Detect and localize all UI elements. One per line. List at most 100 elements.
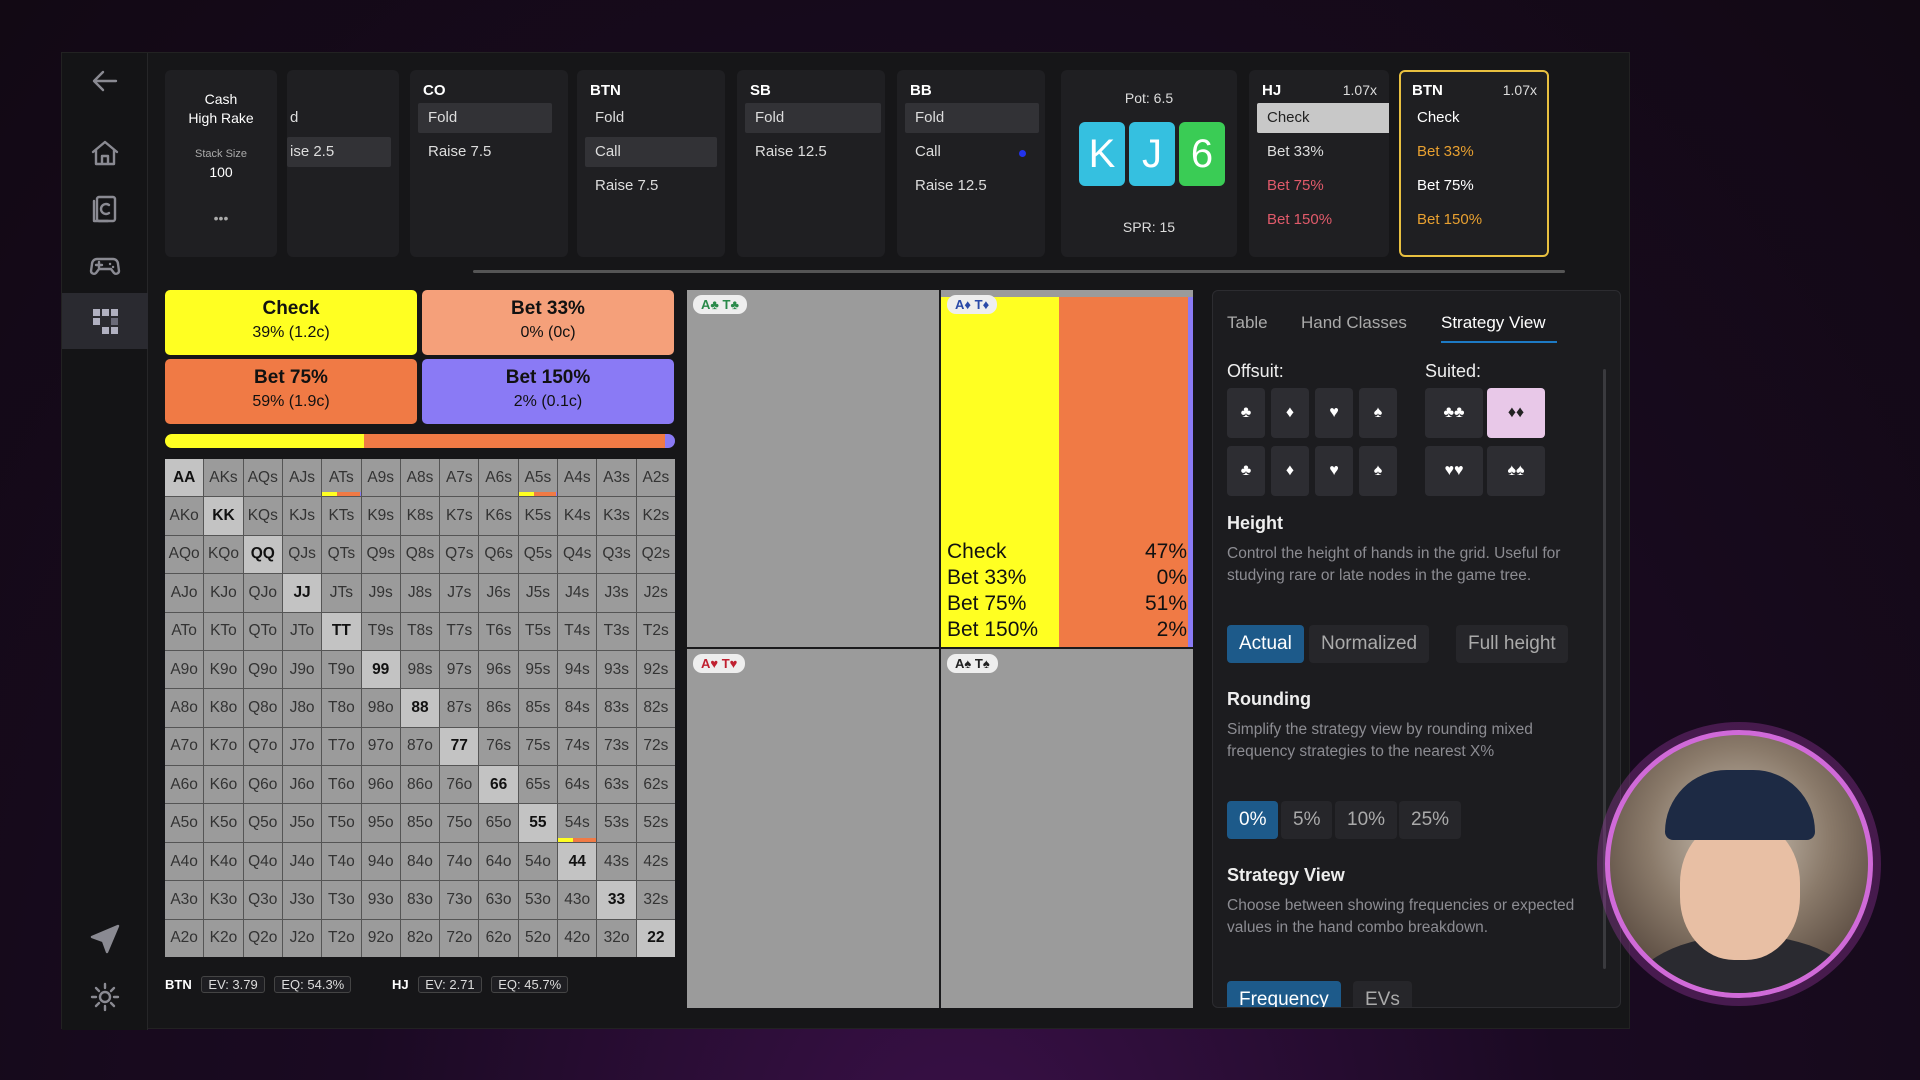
- hand-cell[interactable]: A7s: [440, 459, 479, 497]
- settings-button[interactable]: [62, 969, 148, 1025]
- hand-cell[interactable]: J9o: [282, 650, 322, 689]
- hand-cell[interactable]: T5s: [518, 612, 558, 650]
- hand-cell[interactable]: A5o: [165, 804, 204, 842]
- hand-cell[interactable]: K8s: [400, 497, 440, 535]
- offsuit-diamond-icon[interactable]: ♦: [1271, 446, 1309, 496]
- hand-cell[interactable]: QTs: [322, 535, 361, 574]
- hand-cell[interactable]: 88: [400, 689, 440, 727]
- hand-cell[interactable]: 83o: [400, 881, 440, 919]
- hand-cell[interactable]: 54s: [558, 804, 597, 842]
- hand-cell[interactable]: T2s: [636, 612, 675, 650]
- hand-cell[interactable]: A8o: [165, 689, 204, 727]
- hand-cell[interactable]: 75o: [440, 804, 479, 842]
- hand-cell[interactable]: 53o: [518, 881, 558, 919]
- suited-hearts-icon[interactable]: ♥♥: [1425, 446, 1483, 496]
- hand-cell[interactable]: 62s: [636, 766, 675, 804]
- hand-cell[interactable]: TT: [322, 612, 361, 650]
- hand-cell[interactable]: A3s: [597, 459, 636, 497]
- hand-cell[interactable]: J6s: [479, 574, 518, 612]
- hand-cell[interactable]: J7s: [440, 574, 479, 612]
- hand-cell[interactable]: T7o: [322, 727, 361, 766]
- hand-cell[interactable]: Q9s: [361, 535, 400, 574]
- hand-cell[interactable]: T5o: [322, 804, 361, 842]
- hand-cell[interactable]: T4o: [322, 842, 361, 881]
- hand-cell[interactable]: K9o: [204, 650, 243, 689]
- hand-cell[interactable]: J4o: [282, 842, 322, 881]
- hand-cell[interactable]: 85s: [518, 689, 558, 727]
- hand-cell[interactable]: 74o: [440, 842, 479, 881]
- hand-cell[interactable]: QQ: [243, 535, 282, 574]
- action-bet-150[interactable]: Bet 150%: [1407, 205, 1541, 235]
- hand-cell[interactable]: K3o: [204, 881, 243, 919]
- hand-cell[interactable]: T4s: [558, 612, 597, 650]
- hand-cell[interactable]: J4s: [558, 574, 597, 612]
- action-check[interactable]: Check: [1407, 103, 1541, 133]
- frequency-button[interactable]: Frequency: [1227, 981, 1341, 1007]
- action-fold[interactable]: Fold: [418, 103, 552, 133]
- height-full-button[interactable]: Full height: [1456, 625, 1568, 663]
- hand-cell[interactable]: QJs: [282, 535, 322, 574]
- tab-table[interactable]: Table: [1227, 313, 1268, 333]
- send-button[interactable]: [62, 911, 148, 967]
- position-card-bb[interactable]: BB Fold Call Raise 12.5: [897, 70, 1045, 257]
- more-options-icon[interactable]: •••: [165, 210, 277, 226]
- hand-cell[interactable]: 86o: [400, 766, 440, 804]
- hand-cell[interactable]: A6o: [165, 766, 204, 804]
- hand-cell[interactable]: Q2s: [636, 535, 675, 574]
- tab-strategy-view[interactable]: Strategy View: [1441, 313, 1546, 333]
- hand-cell[interactable]: 64s: [558, 766, 597, 804]
- combo-clubs[interactable]: A♣ T♣: [687, 290, 939, 647]
- hand-cell[interactable]: 42o: [558, 919, 597, 957]
- action-raise[interactable]: Raise 12.5: [745, 137, 881, 167]
- hand-cell[interactable]: 44: [558, 842, 597, 881]
- hand-cell[interactable]: 65o: [479, 804, 518, 842]
- hand-cell[interactable]: 83s: [597, 689, 636, 727]
- hand-cell[interactable]: Q6s: [479, 535, 518, 574]
- hand-cell[interactable]: 55: [518, 804, 558, 842]
- hand-cell[interactable]: AQo: [165, 535, 204, 574]
- hand-cell[interactable]: Q9o: [243, 650, 282, 689]
- hand-cell[interactable]: T6o: [322, 766, 361, 804]
- suited-diamonds-icon[interactable]: ♦♦: [1487, 388, 1545, 438]
- offsuit-spade-icon[interactable]: ♠: [1359, 388, 1397, 438]
- hand-cell[interactable]: 95s: [518, 650, 558, 689]
- hand-cell[interactable]: T3o: [322, 881, 361, 919]
- hand-cell[interactable]: A5s: [518, 459, 558, 497]
- hand-cell[interactable]: 43s: [597, 842, 636, 881]
- hand-cell[interactable]: 93s: [597, 650, 636, 689]
- rounding-5-button[interactable]: 5%: [1281, 801, 1333, 839]
- hand-cell[interactable]: 52o: [518, 919, 558, 957]
- hand-cell[interactable]: A7o: [165, 727, 204, 766]
- action-raise[interactable]: Raise 7.5: [418, 137, 552, 167]
- action-fold[interactable]: Fold: [745, 103, 881, 133]
- action-raise[interactable]: ise 2.5: [287, 137, 391, 167]
- hand-cell[interactable]: 99: [361, 650, 400, 689]
- offsuit-heart-icon[interactable]: ♥: [1315, 446, 1353, 496]
- hand-cell[interactable]: 72o: [440, 919, 479, 957]
- hand-cell[interactable]: Q3o: [243, 881, 282, 919]
- position-card-btn-active[interactable]: BTN 1.07x Check Bet 33% Bet 75% Bet 150%: [1399, 70, 1549, 257]
- hand-cell[interactable]: 84s: [558, 689, 597, 727]
- hand-cell[interactable]: KK: [204, 497, 243, 535]
- position-card-partial[interactable]: d ise 2.5: [287, 70, 399, 257]
- hand-cell[interactable]: 64o: [479, 842, 518, 881]
- hand-cell[interactable]: 72s: [636, 727, 675, 766]
- hand-cell[interactable]: 87o: [400, 727, 440, 766]
- hand-cell[interactable]: J8s: [400, 574, 440, 612]
- hand-cell[interactable]: 54o: [518, 842, 558, 881]
- hand-cell[interactable]: 82s: [636, 689, 675, 727]
- hand-cell[interactable]: 33: [597, 881, 636, 919]
- bet-33-button[interactable]: Bet 33% 0% (0c): [422, 290, 674, 355]
- hand-cell[interactable]: 73o: [440, 881, 479, 919]
- solutions-button[interactable]: [62, 293, 148, 349]
- hand-cell[interactable]: JJ: [282, 574, 322, 612]
- hand-cell[interactable]: 76o: [440, 766, 479, 804]
- action-call[interactable]: Call: [585, 137, 717, 167]
- hand-cell[interactable]: J7o: [282, 727, 322, 766]
- action-raise[interactable]: Raise 7.5: [585, 171, 717, 201]
- hand-cell[interactable]: Q2o: [243, 919, 282, 957]
- hand-cell[interactable]: K7o: [204, 727, 243, 766]
- hand-cell[interactable]: K4o: [204, 842, 243, 881]
- practice-button[interactable]: [62, 237, 148, 293]
- suited-clubs-icon[interactable]: ♣♣: [1425, 388, 1483, 438]
